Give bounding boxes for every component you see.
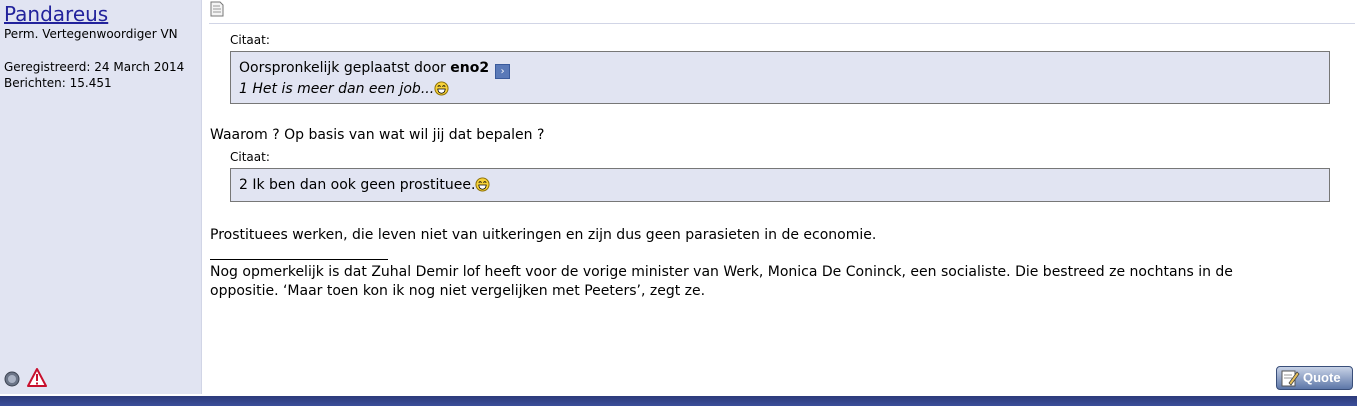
username-link[interactable]: Pandareus	[4, 2, 108, 26]
signature: Nog opmerkelijk is dat Zuhal Demir lof h…	[210, 263, 1233, 301]
pen-icon	[1281, 370, 1300, 387]
laughing-smiley-icon	[434, 81, 449, 96]
post-divider	[209, 23, 1355, 24]
post-count: Berichten: 15.451	[4, 76, 112, 90]
signature-line: Nog opmerkelijk is dat Zuhal Demir lof h…	[210, 264, 1233, 280]
reply-text: Prostituees werken, die leven niet van u…	[210, 227, 877, 243]
quote-label: Citaat:	[230, 150, 270, 164]
quote-attribution: Oorspronkelijk geplaatst door eno2 ›	[239, 58, 1321, 79]
arrow-right-icon[interactable]: ›	[495, 64, 511, 79]
reply-text: Waarom ? Op basis van wat wil jij dat be…	[210, 127, 545, 143]
footer-stripe	[0, 396, 1357, 406]
warning-icon[interactable]	[27, 368, 47, 388]
quote-text-line: 1 Het is meer dan een job...	[239, 79, 1321, 99]
quote-prefix: Oorspronkelijk geplaatst door	[239, 60, 446, 76]
registered-date: Geregistreerd: 24 March 2014	[4, 60, 185, 74]
footer-bar	[0, 394, 1357, 406]
user-title: Perm. Vertegenwoordiger VN	[4, 27, 178, 41]
signature-divider	[210, 259, 388, 260]
quote-box: 2 Ik ben dan ook geen prostituee.	[230, 168, 1330, 202]
user-sidebar: Pandareus Perm. Vertegenwoordiger VN Ger…	[0, 0, 202, 394]
user-info: Geregistreerd: 24 March 2014 Berichten: …	[4, 59, 184, 91]
signature-line: oppositie. ‘Maar toen kon ik nog niet ve…	[210, 283, 706, 299]
quote-author: eno2	[450, 60, 490, 76]
quote-button-label: Quote	[1303, 370, 1341, 385]
document-icon	[210, 1, 224, 17]
quote-text: 1 Het is meer dan een job...	[239, 81, 435, 97]
quote-button[interactable]: Quote	[1276, 366, 1353, 390]
quote-box: Oorspronkelijk geplaatst door eno2 › 1 He…	[230, 51, 1330, 104]
quote-text: 2 Ik ben dan ook geen prostituee.	[239, 177, 476, 193]
post-content: Citaat: Oorspronkelijk geplaatst door en…	[202, 0, 1357, 394]
laughing-smiley-icon	[475, 177, 490, 192]
offline-status-icon	[4, 371, 20, 387]
quote-label: Citaat:	[230, 33, 270, 47]
